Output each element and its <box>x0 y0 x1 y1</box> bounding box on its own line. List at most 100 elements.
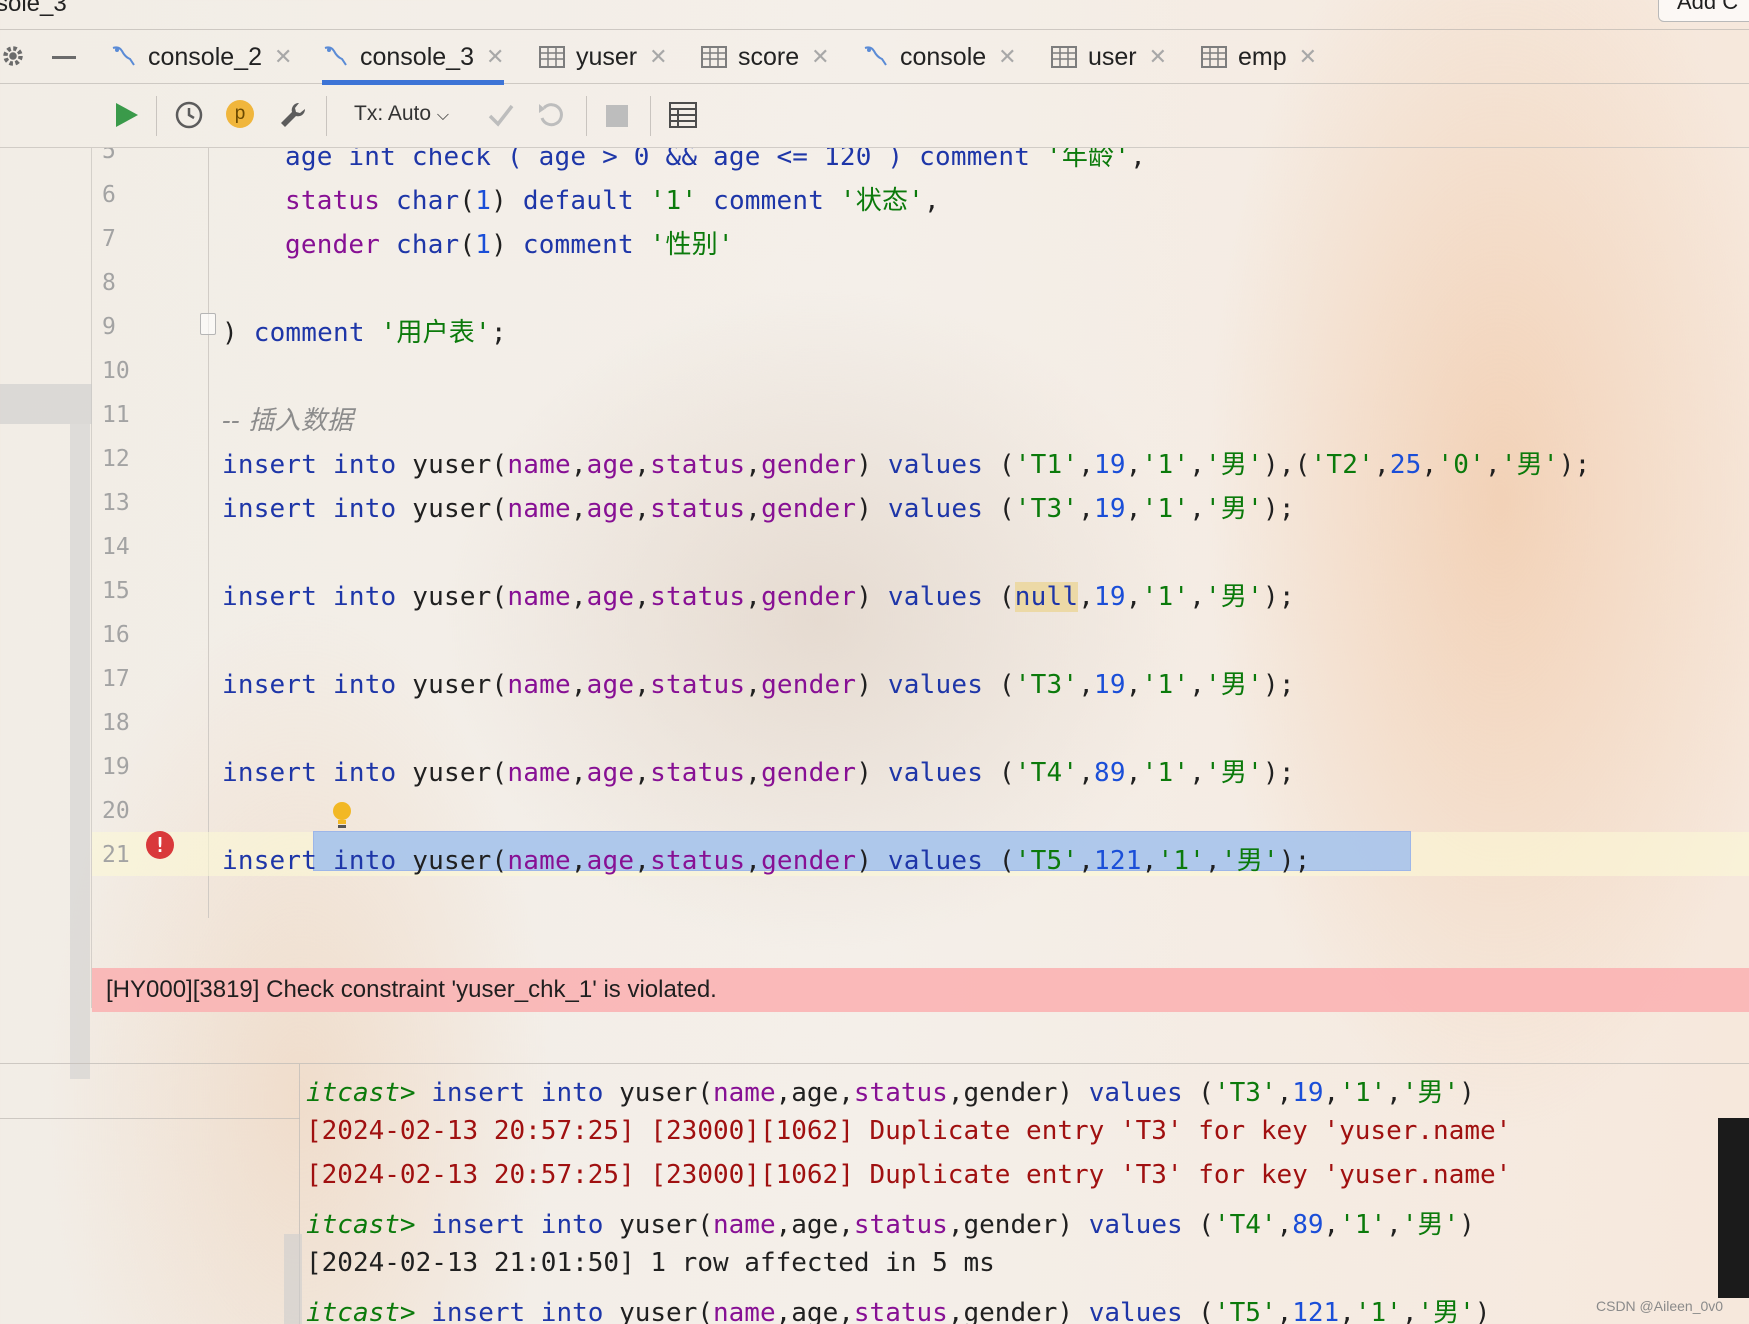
minimize-icon[interactable] <box>52 56 76 59</box>
code-token: , <box>745 758 762 788</box>
close-icon[interactable]: ✕ <box>998 44 1016 70</box>
query-toolbar: p Tx: Auto ⌵ <box>0 84 1749 148</box>
console-token: ,age, <box>775 1210 854 1240</box>
error-marker-icon[interactable]: ! <box>146 831 174 859</box>
code-token: ) <box>856 582 888 612</box>
close-icon[interactable]: ✕ <box>274 44 292 70</box>
code-token: values <box>887 582 999 612</box>
code-token: , <box>634 670 651 700</box>
console-token: values <box>1088 1298 1199 1324</box>
code-token: 'T3' <box>1014 670 1079 700</box>
run-icon[interactable] <box>112 100 140 130</box>
code-token: ( <box>459 230 476 260</box>
code-token: status <box>650 846 746 876</box>
console-prompt: itcast> <box>306 1210 432 1240</box>
code-token: null <box>1014 582 1079 612</box>
code-token: values <box>887 494 999 524</box>
code-token: into <box>332 582 413 612</box>
line-number: 19 <box>102 754 130 780</box>
code-token: name <box>507 582 571 612</box>
console-token: , <box>1323 1210 1340 1240</box>
code-token: '1' <box>649 186 714 216</box>
console-token: , <box>1323 1078 1340 1108</box>
tab-console-2[interactable]: console_2 ✕ <box>110 30 292 84</box>
code-token: , <box>570 450 587 480</box>
close-icon[interactable]: ✕ <box>1149 44 1167 70</box>
tab-user[interactable]: user ✕ <box>1050 30 1167 84</box>
code-token: , <box>634 582 651 612</box>
console-token: 'T3' <box>1213 1078 1277 1108</box>
tab-emp[interactable]: emp ✕ <box>1200 30 1317 84</box>
console-result-line: [2024-02-13 21:01:50] 1 row affected in … <box>306 1248 995 1278</box>
console-token: , <box>1401 1298 1418 1324</box>
console-token: yuser( <box>619 1078 713 1108</box>
code-token: , <box>1078 582 1095 612</box>
code-token: ) <box>856 450 888 480</box>
history-icon[interactable] <box>174 100 204 130</box>
code-token: gender <box>761 670 857 700</box>
line-number: 10 <box>102 358 130 384</box>
code-token: '1' <box>1157 846 1206 876</box>
console-output[interactable]: itcast> insert into yuser(name,age,statu… <box>0 1064 1749 1324</box>
tab-console[interactable]: console ✕ <box>862 30 1017 84</box>
commit-check-icon[interactable] <box>486 100 516 130</box>
code-token: insert <box>222 846 333 876</box>
tab-label: user <box>1088 42 1137 71</box>
error-banner: [HY000][3819] Check constraint 'yuser_ch… <box>92 968 1749 1012</box>
output-table-icon[interactable] <box>668 100 698 130</box>
code-token: , <box>1189 758 1206 788</box>
line-number: 18 <box>102 710 130 736</box>
code-token: 'T1' <box>1014 450 1079 480</box>
code-token: name <box>507 450 571 480</box>
lightbulb-icon[interactable] <box>330 800 354 830</box>
stop-icon[interactable] <box>606 105 628 127</box>
fold-marker-icon[interactable] <box>200 313 216 335</box>
code-token: ); <box>1262 758 1295 788</box>
code-token: , <box>1421 450 1438 480</box>
close-icon[interactable]: ✕ <box>486 44 504 70</box>
scrollbar-thumb[interactable] <box>1718 1118 1749 1298</box>
code-token: , <box>1125 758 1142 788</box>
console-token: ) <box>1459 1210 1475 1240</box>
close-icon[interactable]: ✕ <box>649 44 667 70</box>
code-token: '1' <box>1141 582 1190 612</box>
code-token: , <box>745 494 762 524</box>
profile-badge[interactable]: p <box>226 100 254 128</box>
code-token: 89 <box>1094 758 1126 788</box>
sql-editor[interactable]: 5 age int check ( age > 0 && age <= 120 … <box>92 148 1749 918</box>
console-scrollbar[interactable] <box>284 1234 302 1324</box>
code-token: name <box>507 846 571 876</box>
code-token: , <box>1078 450 1095 480</box>
code-token: status <box>650 450 746 480</box>
code-token: yuser( <box>412 758 508 788</box>
code-token: age int check ( age > 0 && age <= 120 ) … <box>285 148 1046 172</box>
close-icon[interactable]: ✕ <box>1299 44 1317 70</box>
console-token: ,gender) <box>947 1078 1089 1108</box>
code-token: , <box>570 494 587 524</box>
console-token: yuser( <box>619 1298 713 1324</box>
code-token: ); <box>1262 670 1295 700</box>
rollback-icon[interactable] <box>536 100 566 130</box>
tab-yuser[interactable]: yuser ✕ <box>538 30 668 84</box>
code-token: '0' <box>1437 450 1485 480</box>
wrench-icon[interactable] <box>278 100 308 130</box>
code-token: ) <box>222 318 254 348</box>
gear-icon[interactable] <box>0 43 26 69</box>
console-error-line: [2024-02-13 20:57:25] [23000][1062] Dupl… <box>306 1116 1512 1146</box>
tab-score[interactable]: score ✕ <box>700 30 830 84</box>
side-scrollbar[interactable] <box>70 424 90 1079</box>
tab-console-3[interactable]: console_3 ✕ <box>322 30 505 85</box>
console-token: '男' <box>1401 1210 1460 1240</box>
code-token: status <box>285 186 396 216</box>
window-title-strip: sole_3 Add C <box>0 0 1749 30</box>
code-token: ( <box>998 582 1015 612</box>
code-line: 14 <box>92 524 1749 568</box>
console-line: itcast> insert into yuser(name,age,statu… <box>306 1072 1475 1116</box>
add-button[interactable]: Add C <box>1658 0 1749 22</box>
code-token: 'T3' <box>1014 494 1079 524</box>
close-icon[interactable]: ✕ <box>811 44 829 70</box>
console-token: 89 <box>1292 1210 1324 1240</box>
transaction-mode-select[interactable]: Tx: Auto ⌵ <box>354 102 449 126</box>
code-token: , <box>745 846 762 876</box>
code-token: , <box>634 758 651 788</box>
